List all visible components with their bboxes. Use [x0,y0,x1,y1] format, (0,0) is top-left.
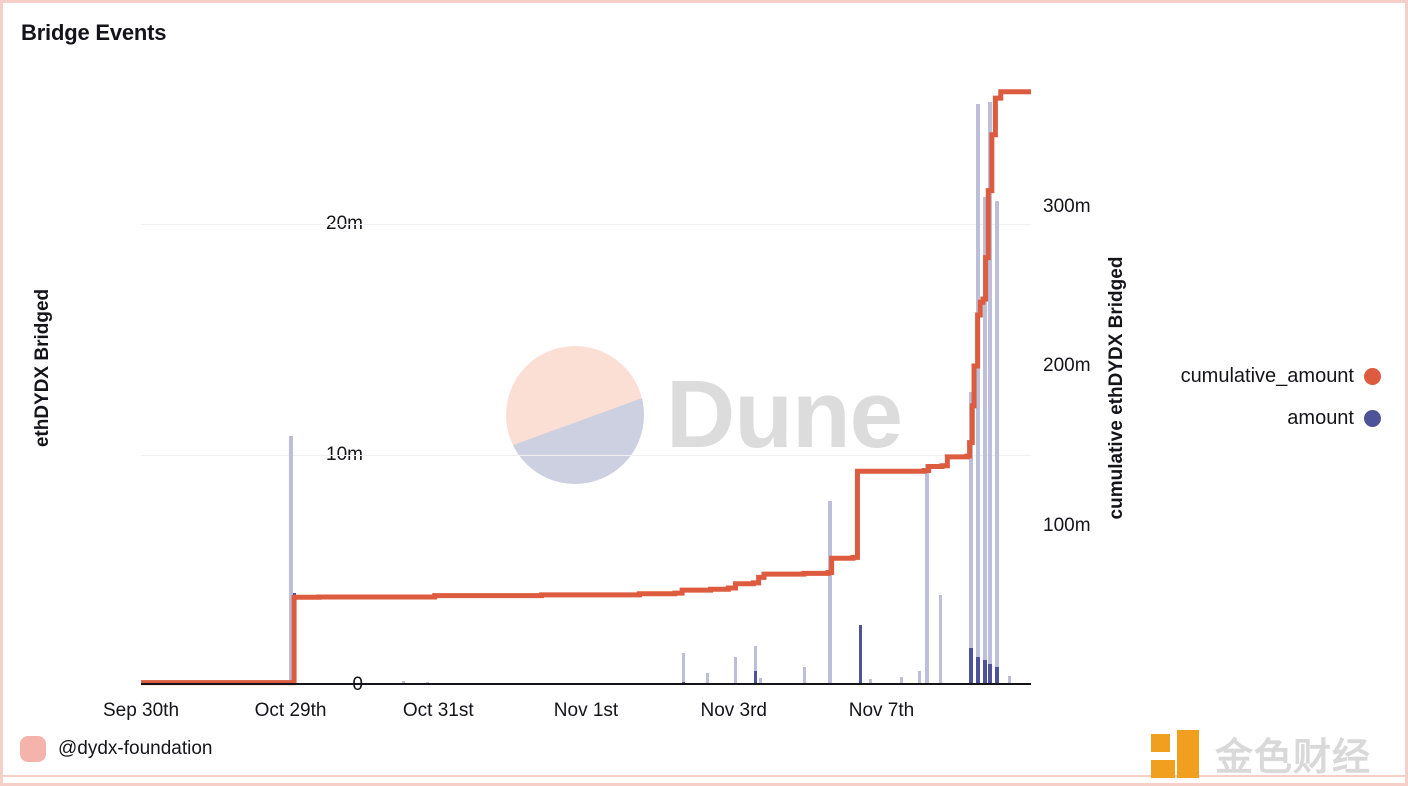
x-tick-label: Oct 31st [402,700,474,721]
chart-card: Bridge Events 010m20m 100m200m300m Sep 3… [0,0,1408,786]
author-credit[interactable]: @dydx-foundation [20,736,213,762]
x-tick-label: Oct 29th [254,700,327,721]
jinse-wordmark: 金色财经 [1215,737,1372,779]
chart-legend: cumulative_amountamount [1131,355,1381,439]
x-tick-label: Sep 30th [102,700,180,721]
legend-label: cumulative_amount [1180,364,1354,387]
legend-item-cumulative-amount[interactable]: cumulative_amount [1131,355,1381,397]
x-axis-line [141,683,1031,685]
legend-label: amount [1287,406,1354,429]
author-name: @dydx-foundation [58,738,213,759]
legend-swatch-icon [1364,409,1381,427]
x-tick-label: Nov 1st [553,700,619,721]
x-tick-label: Nov 3rd [700,700,767,721]
x-tick-label: Nov 7th [848,700,915,721]
jinse-logo-icon [1151,729,1201,778]
legend-swatch-icon [1364,367,1381,385]
y-axis-right-title: cumulative ethDYDX Bridged [1106,256,1127,520]
jinse-watermark: 金色财经 [1151,726,1371,781]
page-title: Bridge Events [21,20,167,45]
y-tick-right-label: 200m [1043,355,1091,377]
y-tick-right-label: 100m [1043,514,1091,536]
y-axis-left-title: ethDYDX Bridged [32,288,53,448]
avatar [20,736,46,762]
y-tick-right-label: 300m [1043,195,1091,217]
legend-item-amount[interactable]: amount [1131,397,1381,439]
line-series-cumulative-amount [141,89,1031,686]
plot-area [141,63,1031,686]
